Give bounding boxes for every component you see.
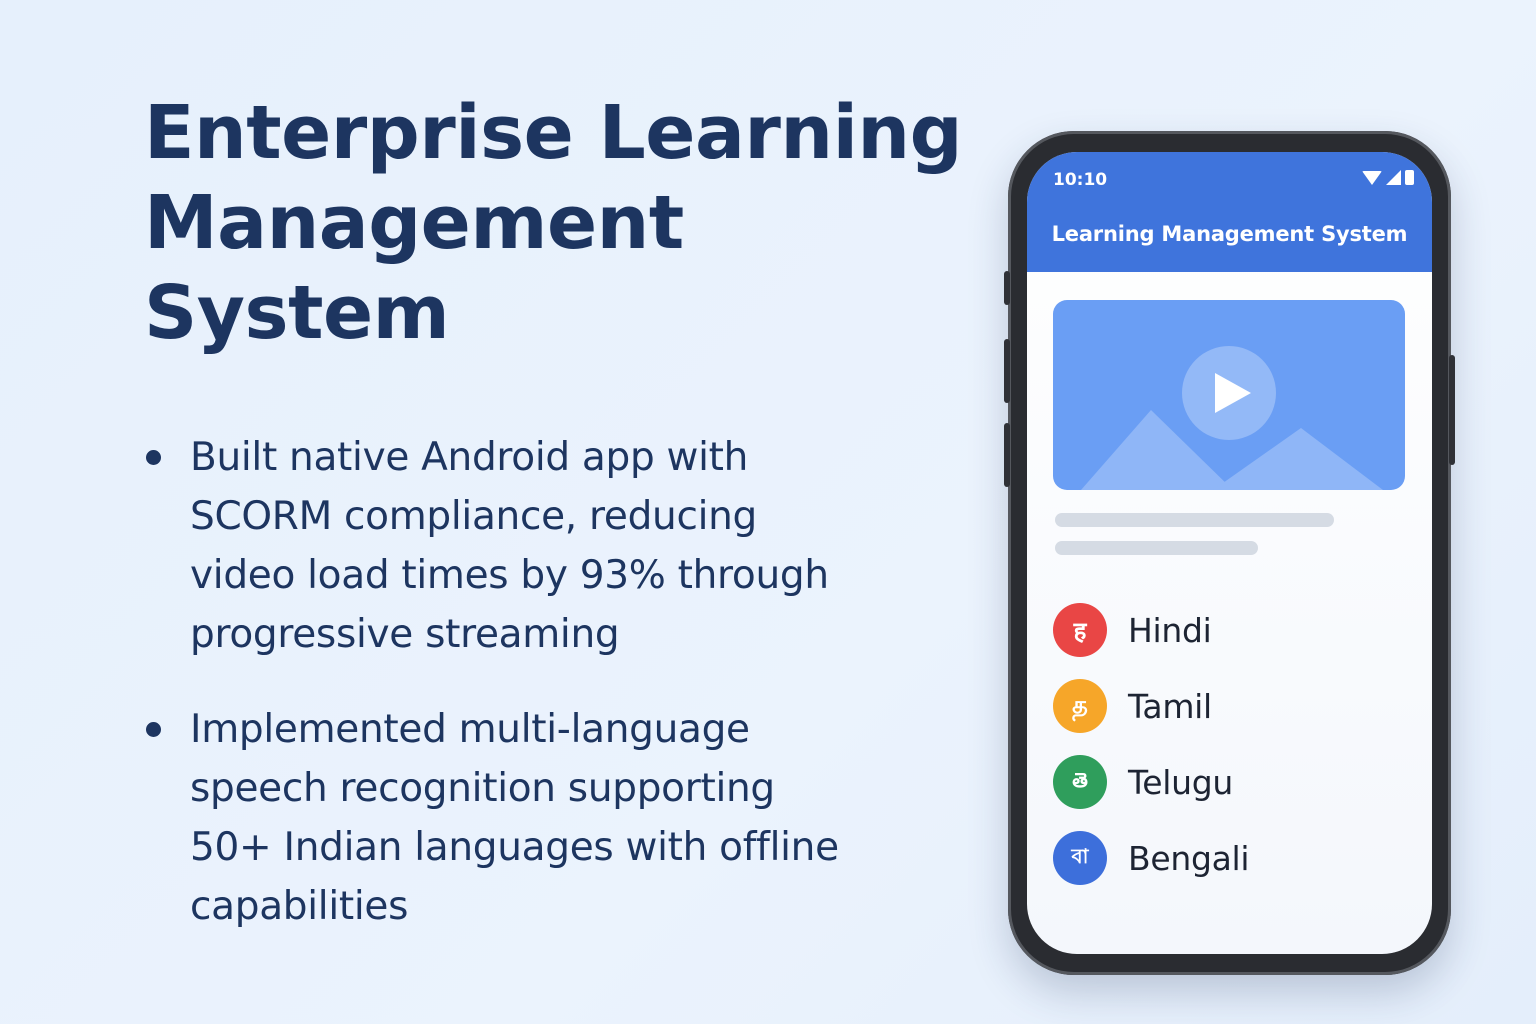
- feature-list: Built native Android app with SCORM comp…: [144, 428, 964, 936]
- status-icons: [1362, 170, 1414, 185]
- language-item-hindi[interactable]: ह Hindi: [1053, 592, 1249, 668]
- video-thumbnail[interactable]: [1053, 300, 1405, 490]
- play-button[interactable]: [1182, 346, 1276, 440]
- mute-switch: [1004, 271, 1010, 305]
- bullet-icon: [146, 722, 161, 737]
- telugu-script-icon: తె: [1053, 755, 1107, 809]
- phone-screen: 10:10 Learning Management System ह Hindi: [1027, 152, 1432, 954]
- bengali-script-icon: বা: [1053, 831, 1107, 885]
- language-label: Tamil: [1128, 686, 1212, 726]
- feature-item: Implemented multi-language speech recogn…: [144, 700, 964, 936]
- battery-icon: [1405, 170, 1414, 185]
- language-item-telugu[interactable]: తె Telugu: [1053, 744, 1249, 820]
- page-title-line-1: Enterprise Learning: [144, 90, 963, 176]
- intro-section: Enterprise Learning Management System Bu…: [144, 88, 964, 972]
- feature-text: Built native Android app with SCORM comp…: [190, 435, 829, 657]
- loading-placeholder-line: [1055, 541, 1258, 555]
- volume-down-button: [1004, 423, 1010, 487]
- hindi-script-icon: ह: [1053, 603, 1107, 657]
- wifi-icon: [1362, 171, 1382, 185]
- phone-mockup: 10:10 Learning Management System ह Hindi: [1004, 131, 1455, 975]
- power-button: [1449, 355, 1455, 465]
- volume-up-button: [1004, 339, 1010, 403]
- language-label: Bengali: [1128, 838, 1250, 878]
- language-label: Telugu: [1128, 762, 1233, 802]
- language-item-bengali[interactable]: বা Bengali: [1053, 820, 1250, 896]
- signal-icon: [1386, 170, 1401, 185]
- language-item-tamil[interactable]: த Tamil: [1053, 668, 1249, 744]
- bullet-icon: [146, 450, 161, 465]
- language-label: Hindi: [1128, 610, 1212, 650]
- app-title: Learning Management System: [1051, 222, 1408, 246]
- status-time: 10:10: [1053, 170, 1108, 190]
- feature-item: Built native Android app with SCORM comp…: [144, 428, 964, 664]
- play-icon: [1215, 373, 1251, 413]
- tamil-script-icon: த: [1053, 679, 1107, 733]
- feature-text: Implemented multi-language speech recogn…: [190, 707, 839, 929]
- loading-placeholder-line: [1055, 513, 1334, 527]
- page-title-line-2: Management System: [144, 180, 684, 356]
- page-title: Enterprise Learning Management System: [144, 88, 964, 358]
- app-bar: 10:10 Learning Management System: [1027, 152, 1432, 272]
- language-list: ह Hindi த Tamil తె Telugu বা Bengali: [1053, 592, 1250, 896]
